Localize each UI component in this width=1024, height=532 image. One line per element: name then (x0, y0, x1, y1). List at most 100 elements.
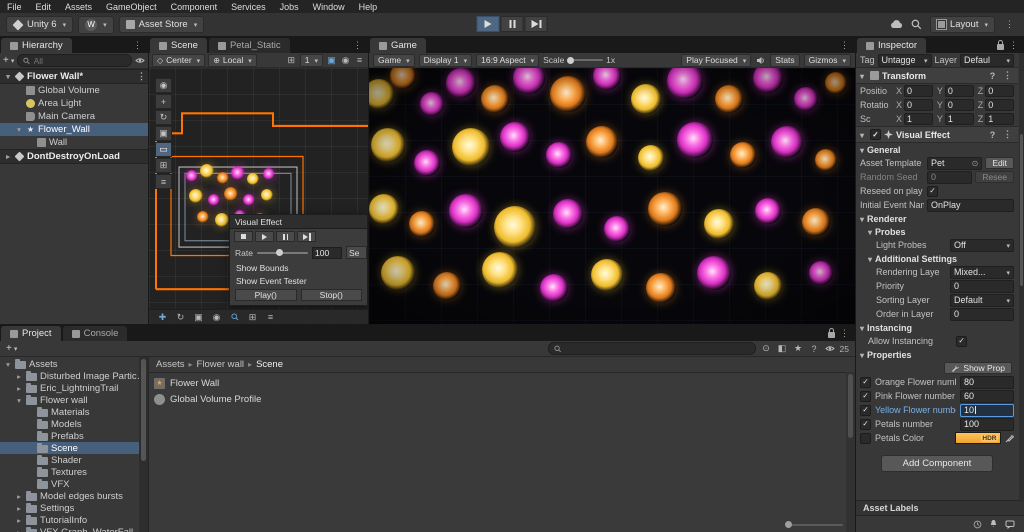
project-folder-item[interactable]: ▸ Settings (0, 502, 148, 514)
project-folder-item[interactable]: Prefabs (0, 430, 148, 442)
search-by-label-icon[interactable]: ◧ (777, 343, 788, 354)
hidden-packages-icon[interactable] (825, 345, 835, 352)
help-icon[interactable]: ? (809, 343, 820, 354)
project-folder-item[interactable]: Models (0, 418, 148, 430)
grid-overlay-icon[interactable]: ⊞ (247, 312, 258, 323)
foldout-icon[interactable]: ▸ (15, 528, 23, 532)
property-override-checkbox[interactable]: ✓ (860, 405, 871, 416)
project-folder-item[interactable]: ▸ TutorialInfo (0, 514, 148, 526)
search-by-type-icon[interactable]: ⊙ (761, 343, 772, 354)
breadcrumb-item[interactable]: Scene (256, 359, 283, 370)
section-instancing[interactable]: Instancing (867, 323, 912, 333)
hierarchy-item[interactable]: Area Light (0, 97, 148, 110)
tab-hierarchy[interactable]: Hierarchy (1, 38, 72, 53)
vfx-pause-button[interactable] (276, 231, 295, 242)
property-override-checkbox[interactable] (860, 433, 871, 444)
light-probes-dropdown[interactable]: Off (950, 239, 1014, 252)
grid-visibility-icon[interactable]: ⊞ (286, 55, 297, 66)
help-icon[interactable]: ? (987, 70, 998, 81)
scrollbar-thumb[interactable] (1020, 134, 1023, 287)
color-swatch[interactable]: HDR (955, 432, 1001, 444)
custom-tool-button[interactable]: ≡ (155, 174, 172, 189)
panel-menu-icon[interactable]: ⋮ (1007, 40, 1020, 51)
handle-rotation-dropdown[interactable]: ⊕Local (208, 54, 257, 67)
menu-item-assets[interactable]: Assets (58, 2, 99, 12)
transform-tool-button[interactable]: ⊞ (155, 158, 172, 173)
scale-slider[interactable] (567, 59, 603, 61)
section-renderer[interactable]: Renderer (867, 214, 907, 224)
panel-menu-icon[interactable]: ⋮ (131, 40, 144, 51)
scale-overlay-icon[interactable]: ▣ (193, 312, 204, 323)
pivot-mode-dropdown[interactable]: ◇Center (152, 54, 205, 67)
foldout-icon[interactable] (860, 350, 867, 360)
favorites-icon[interactable]: ★ (793, 343, 804, 354)
snap-toggle-icon[interactable]: ▣ (326, 55, 337, 66)
breadcrumb-item[interactable]: Assets (156, 359, 185, 370)
visual-effect-header[interactable]: ✓ Visual Effect ? ⋮ (856, 126, 1018, 143)
hierarchy-item[interactable]: ▾ Flower Wall* ⋮ (0, 69, 148, 84)
files-scrollbar[interactable] (846, 372, 855, 532)
more-overlay-icon[interactable]: ≡ (265, 312, 276, 323)
foldout-icon[interactable]: ▸ (15, 384, 23, 393)
tree-scrollbar[interactable] (139, 357, 148, 532)
foldout-icon[interactable] (860, 214, 867, 224)
order-in-layer-field[interactable]: 0 (950, 308, 1014, 321)
rate-value-field[interactable]: 100 (312, 247, 342, 259)
transform-header[interactable]: Transform ? ⋮ (856, 67, 1018, 84)
hierarchy-item[interactable]: ▸ DontDestroyOnLoad (0, 149, 148, 164)
scene-options-icon[interactable]: ⋮ (135, 71, 148, 82)
rotate-overlay-icon[interactable]: ↻ (175, 312, 186, 323)
priority-field[interactable]: 0 (950, 280, 1014, 293)
workspace-menu[interactable]: W (78, 16, 114, 34)
show-event-tester-toggle[interactable]: Show Event Tester (230, 274, 367, 287)
project-folder-item[interactable]: Shader (0, 454, 148, 466)
tab-petal-static[interactable]: Petal_Static (209, 38, 290, 53)
transform-value-field[interactable]: 0 (945, 85, 974, 97)
show-properties-button[interactable]: Show Prop (944, 362, 1012, 374)
menu-item-component[interactable]: Component (164, 2, 225, 12)
notification-bell-icon[interactable] (989, 519, 998, 529)
slider-knob[interactable] (785, 521, 792, 528)
file-item[interactable]: Flower Wall (154, 376, 850, 390)
component-menu-icon[interactable]: ⋮ (1001, 70, 1014, 81)
activity-icon[interactable] (973, 520, 982, 529)
lock-icon[interactable] (997, 44, 1004, 50)
create-asset-button[interactable]: + (6, 343, 17, 354)
layout-menu[interactable]: Layout (930, 16, 995, 33)
step-button[interactable] (525, 16, 548, 32)
foldout-icon[interactable]: ▾ (4, 360, 12, 369)
cloud-icon[interactable] (889, 20, 903, 29)
layer-dropdown[interactable]: Defaul (960, 54, 1014, 67)
foldout-icon[interactable]: ▾ (4, 72, 12, 81)
foldout-icon[interactable]: ▸ (15, 516, 23, 525)
gizmos-dropdown[interactable]: Gizmos (804, 54, 851, 67)
tab-inspector[interactable]: Inspector (857, 38, 926, 53)
hierarchy-item[interactable]: Wall (0, 136, 148, 149)
vfx-play-button[interactable] (255, 231, 274, 242)
project-folder-item[interactable]: Materials (0, 406, 148, 418)
scale-slider-knob[interactable] (567, 57, 574, 64)
panel-menu-icon[interactable]: ⋮ (838, 328, 851, 339)
menu-item-file[interactable]: File (0, 2, 29, 12)
project-folder-item[interactable]: VFX (0, 478, 148, 490)
transform-value-field[interactable]: 1 (904, 113, 933, 125)
hierarchy-search-input[interactable] (34, 56, 126, 66)
foldout-icon[interactable]: ▾ (15, 125, 23, 134)
lock-icon[interactable] (828, 332, 835, 338)
property-value-field[interactable]: 10 (960, 404, 1014, 417)
transform-value-field[interactable]: 0 (945, 99, 974, 111)
menu-item-jobs[interactable]: Jobs (273, 2, 306, 12)
asset-store-menu[interactable]: Asset Store (119, 16, 205, 33)
menu-item-gameobject[interactable]: GameObject (99, 2, 164, 12)
menu-item-help[interactable]: Help (352, 2, 385, 12)
grid-size-dropdown[interactable]: 1 (300, 54, 323, 67)
panel-menu-icon[interactable]: ⋮ (351, 40, 364, 51)
scale-tool-button[interactable]: ▣ (155, 126, 172, 141)
console-message-icon[interactable] (1005, 520, 1015, 529)
vfx-play-event-button[interactable]: Play() (235, 289, 297, 301)
help-icon[interactable]: ? (987, 129, 998, 140)
move-overlay-icon[interactable]: ✚ (157, 312, 168, 323)
project-search[interactable] (548, 342, 756, 355)
foldout-icon[interactable]: ▸ (15, 492, 23, 501)
display-dropdown[interactable]: Display 1 (419, 54, 472, 67)
